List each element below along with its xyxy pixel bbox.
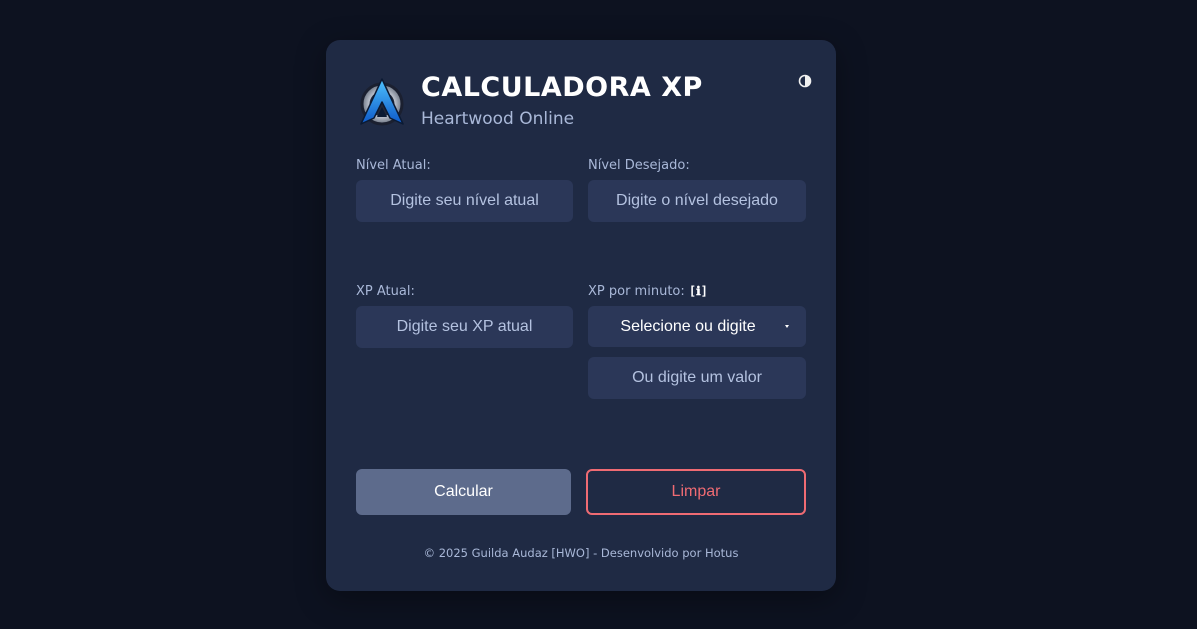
page-subtitle: Heartwood Online <box>421 109 575 129</box>
xp-per-minute-custom-input[interactable] <box>588 357 806 399</box>
clear-button[interactable]: Limpar <box>586 469 806 515</box>
chevron-down-icon <box>785 325 789 328</box>
footer-credits: © 2025 Guilda Audaz [HWO] - Desenvolvido… <box>423 546 739 560</box>
theme-toggle-button[interactable] <box>797 74 813 90</box>
xp-per-minute-label: XP por minuto: <box>588 284 685 299</box>
page-title: CALCULADORA XP <box>421 72 703 103</box>
xp-per-minute-select[interactable]: Selecione ou digite <box>588 306 806 347</box>
calculator-card: CALCULADORA XP Heartwood Online Nível At… <box>326 40 836 591</box>
calculate-button[interactable]: Calcular <box>356 469 571 515</box>
current-xp-label: XP Atual: <box>356 284 415 299</box>
desired-level-label: Nível Desejado: <box>588 158 690 173</box>
current-level-input[interactable] <box>356 180 573 222</box>
current-level-label: Nível Atual: <box>356 158 431 173</box>
contrast-icon <box>798 74 812 88</box>
guild-logo-icon <box>360 78 404 126</box>
current-xp-input[interactable] <box>356 306 573 348</box>
xp-per-minute-select-value: Selecione ou digite <box>620 318 756 335</box>
desired-level-input[interactable] <box>588 180 806 222</box>
info-icon[interactable]: [ℹ] <box>689 284 708 298</box>
xp-per-minute-label-row: XP por minuto: [ℹ] <box>588 284 708 299</box>
